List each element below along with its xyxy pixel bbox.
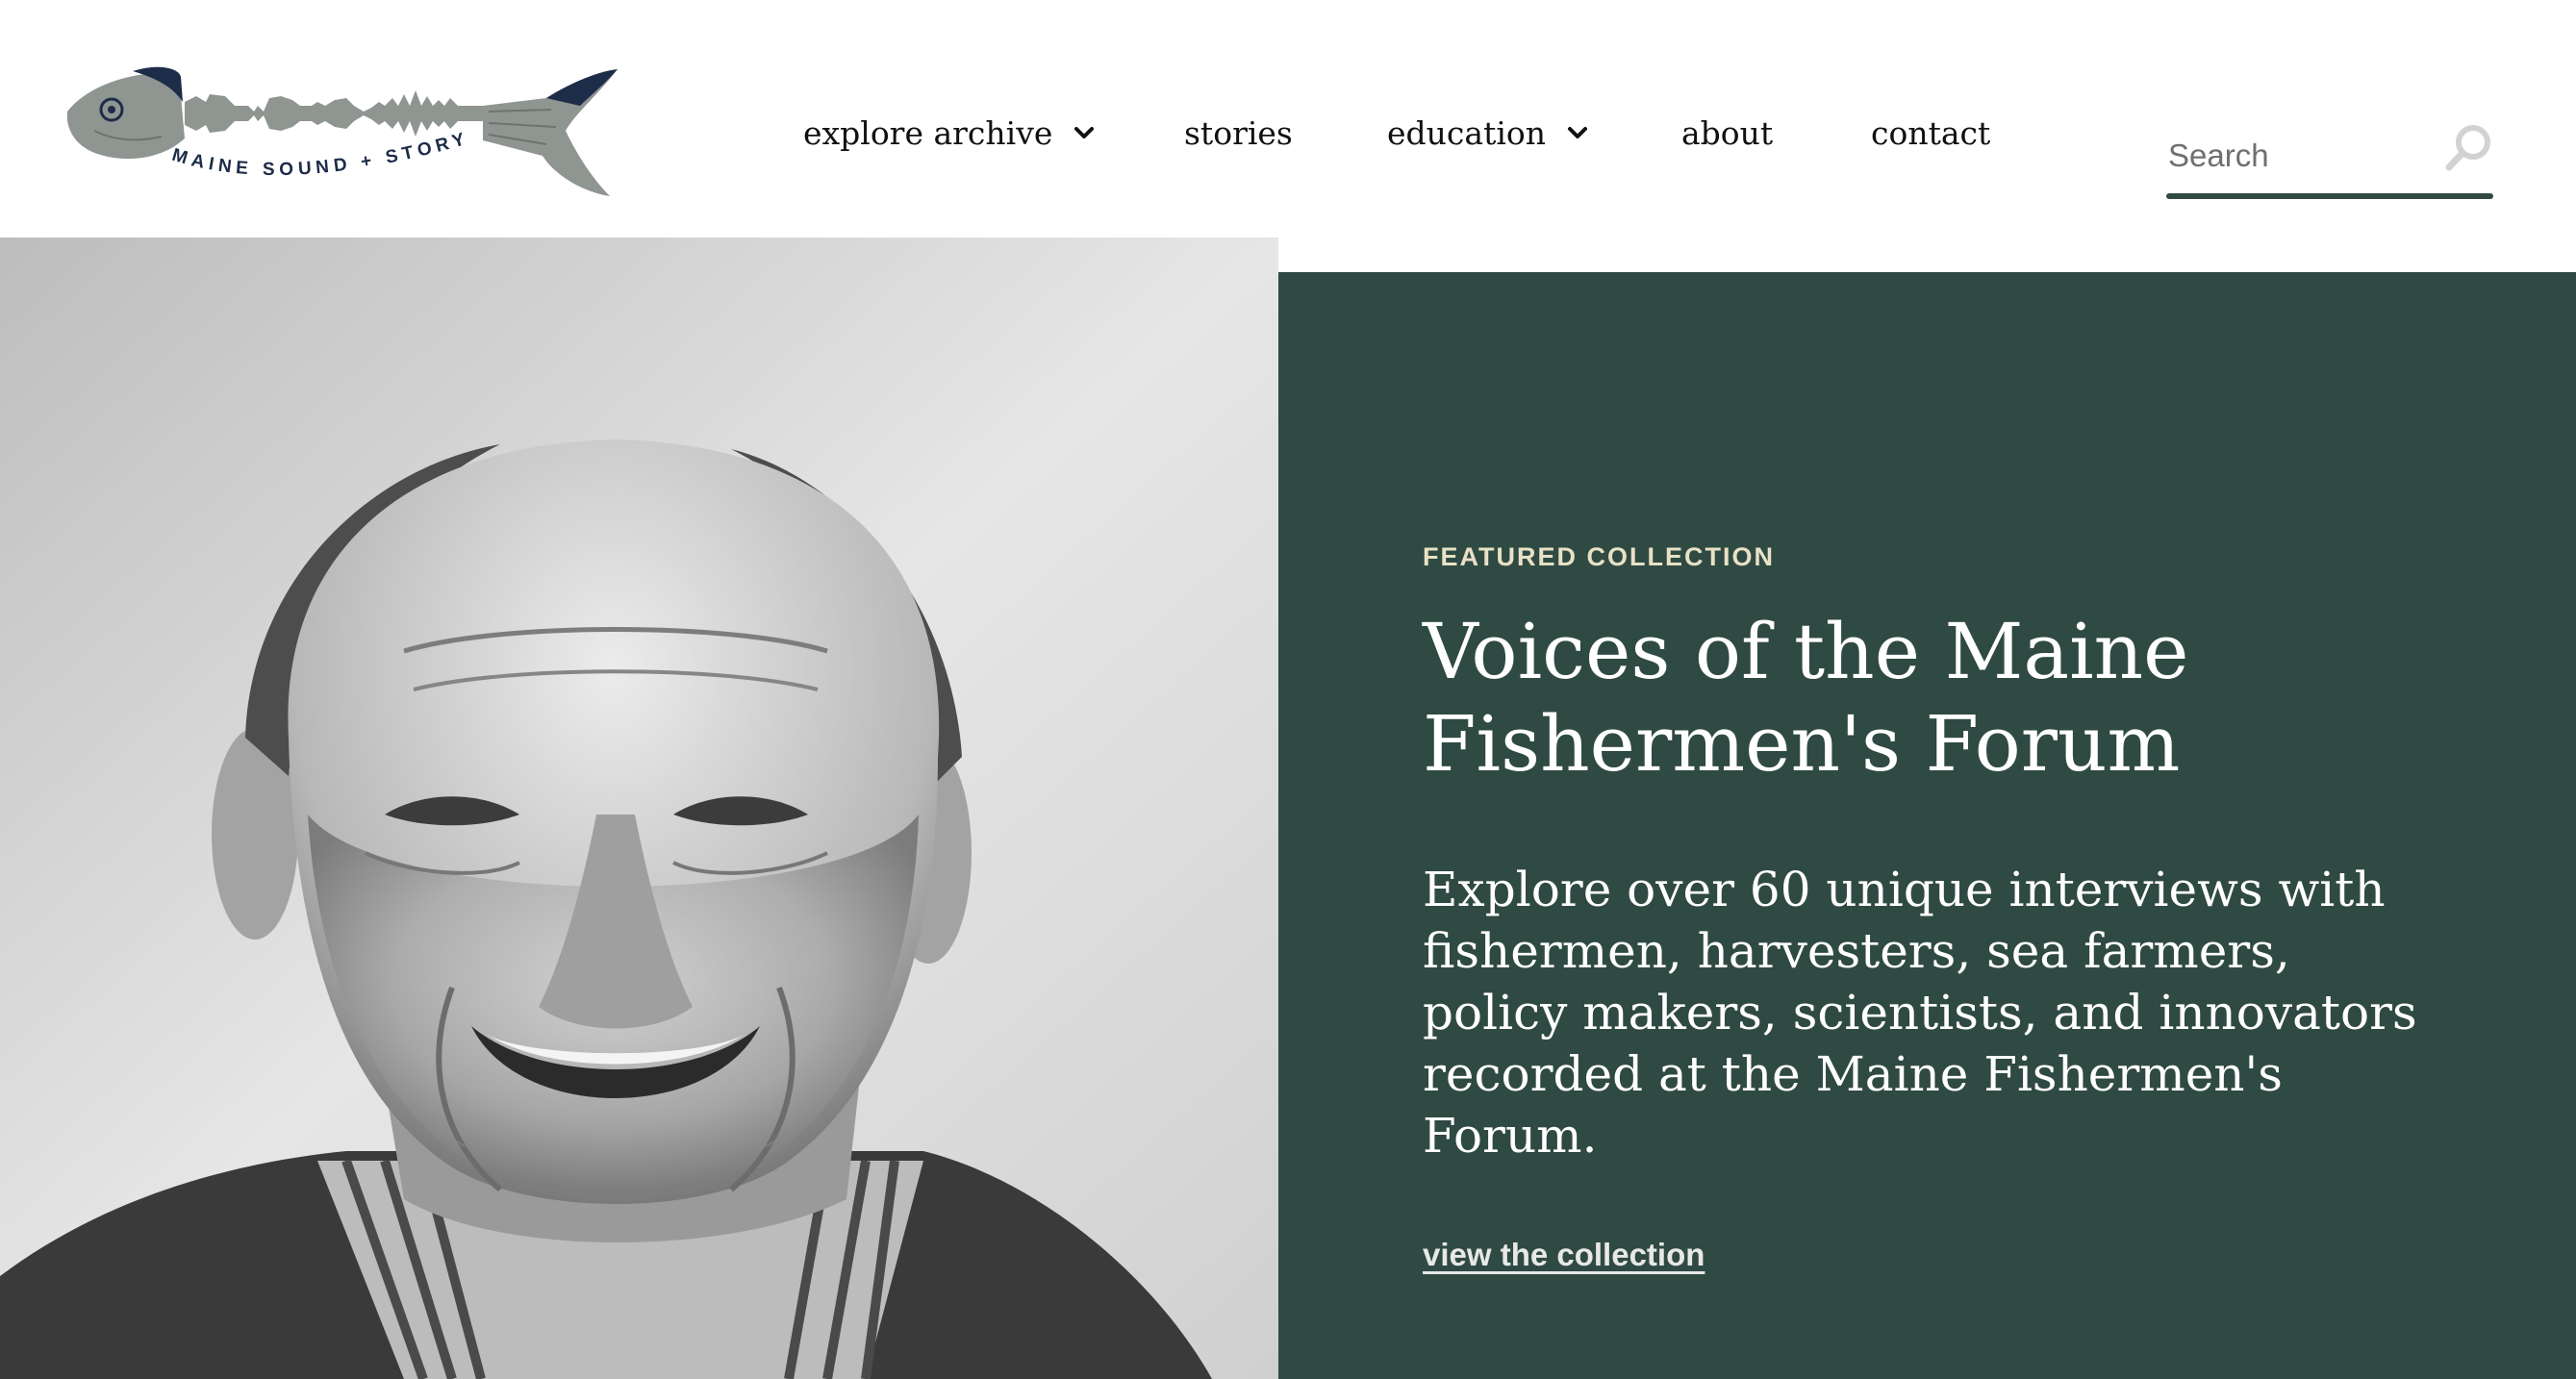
nav-item-label: education	[1387, 113, 1546, 152]
search-icon[interactable]	[2441, 121, 2495, 175]
nav-item-contact[interactable]: contact	[1871, 104, 1990, 162]
nav-item-explore-archive[interactable]: explore archive	[803, 104, 1097, 162]
chevron-down-icon	[1072, 120, 1097, 145]
portrait-image	[0, 238, 1278, 1379]
featured-eyebrow: FEATURED COLLECTION	[1423, 542, 1775, 571]
logo-text: MAINE SOUND + STORY	[169, 128, 467, 180]
featured-title: Voices of the Maine Fishermen's Forum	[1423, 607, 2189, 789]
search-underline	[2166, 193, 2493, 199]
nav-item-label: about	[1681, 113, 1774, 152]
hero-photo	[0, 238, 1278, 1379]
nav-item-education[interactable]: education	[1387, 104, 1590, 162]
svg-text:MAINE SOUND + STORY: MAINE SOUND + STORY	[169, 128, 471, 180]
featured-panel	[1278, 272, 2576, 1379]
nav-item-stories[interactable]: stories	[1184, 104, 1293, 162]
site-header: MAINE SOUND + STORY explore archive stor…	[0, 0, 2576, 238]
nav-item-about[interactable]: about	[1681, 104, 1773, 162]
site-logo[interactable]: MAINE SOUND + STORY	[65, 63, 623, 203]
featured-description: Explore over 60 unique interviews with f…	[1423, 862, 2417, 1164]
fish-logo-icon: MAINE SOUND + STORY	[66, 66, 618, 196]
chevron-down-icon	[1565, 120, 1590, 145]
nav-item-label: stories	[1184, 113, 1293, 152]
nav-item-label: explore archive	[803, 113, 1053, 152]
view-collection-link[interactable]: view the collection	[1423, 1237, 1705, 1273]
nav-item-label: contact	[1871, 113, 1991, 152]
